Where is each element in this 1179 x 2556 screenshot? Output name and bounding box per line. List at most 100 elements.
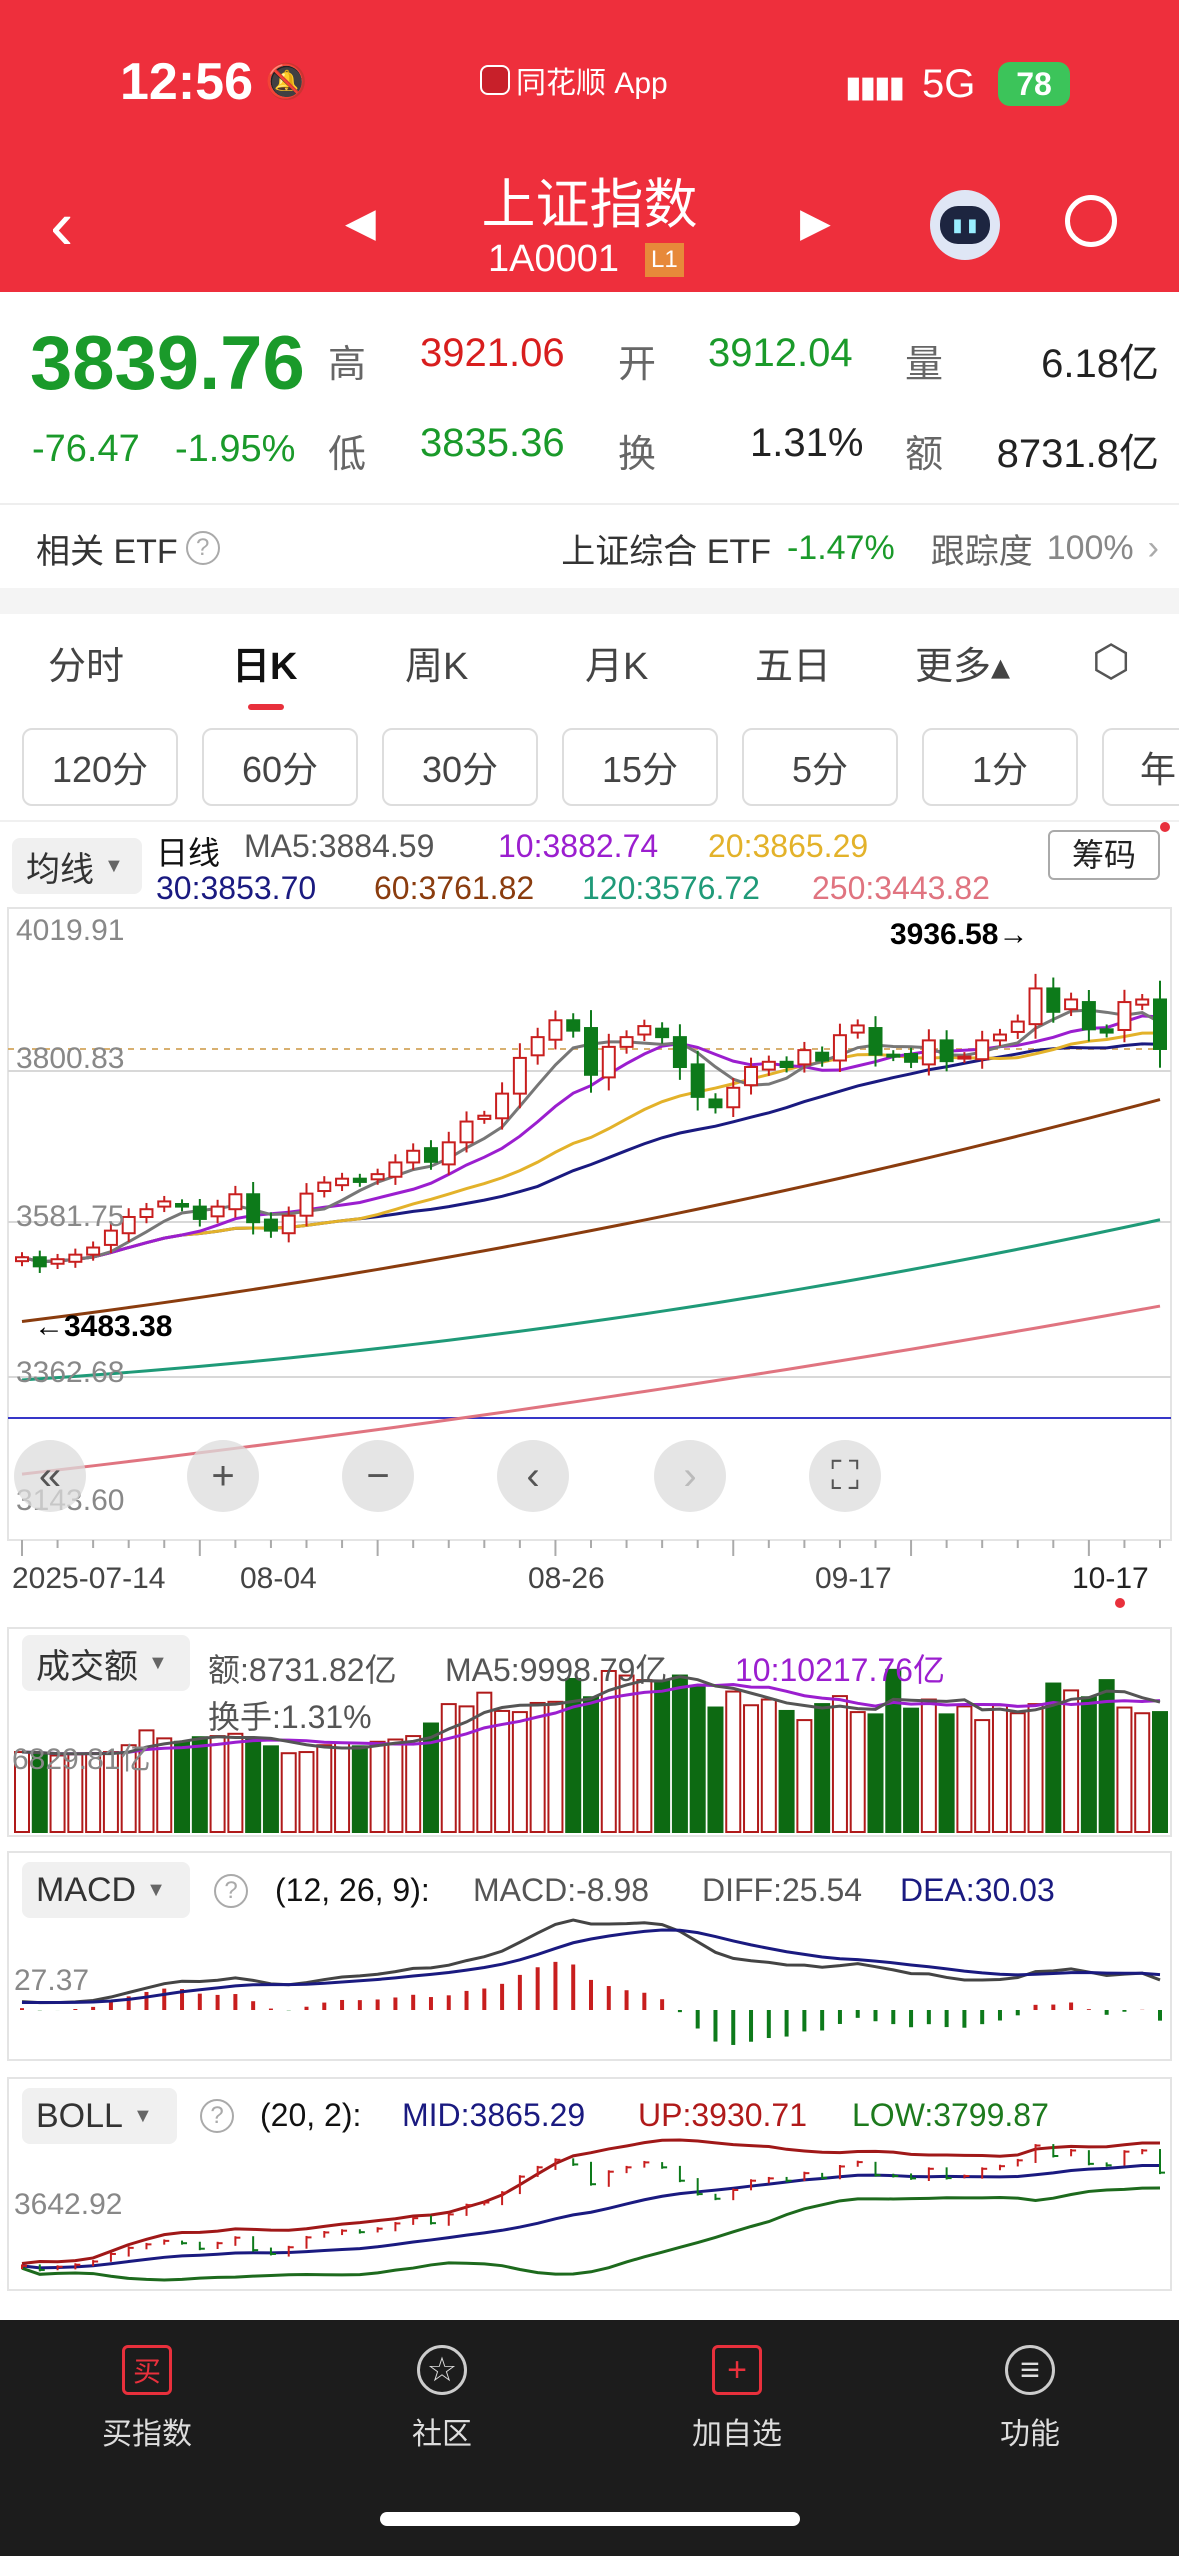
nav-buy-index[interactable]: 买买指数 (47, 2345, 247, 2453)
candle-up (459, 1120, 474, 1144)
menu-icon: ≡ (1005, 2345, 1055, 2395)
fullscreen-button[interactable]: ⛶ (809, 1440, 881, 1512)
volume-bar-up (743, 1704, 760, 1834)
candle-down (352, 1177, 367, 1183)
candle-down (904, 1053, 919, 1063)
volume-bar-down (1080, 1696, 1097, 1834)
candle-up (548, 1019, 563, 1041)
help-icon[interactable]: ? (200, 2099, 234, 2133)
selector-label: BOLL (36, 2096, 123, 2135)
scroll-left-fast-button[interactable]: « (14, 1440, 86, 1512)
y-axis-label: 3800.83 (16, 1042, 125, 1075)
turnover-rate: 换手:1.31% (208, 1699, 372, 1735)
volume-ma5: MA5:9998.79亿 (445, 1652, 668, 1688)
candle-down (566, 1019, 581, 1032)
candle-down (886, 1053, 901, 1058)
candle-down (584, 1027, 598, 1076)
candle-up (1028, 987, 1043, 1026)
candle-up (299, 1192, 314, 1217)
boll-up-line (21, 2138, 1161, 2266)
volume-bar-up (725, 1690, 742, 1834)
candle-down (423, 1147, 438, 1163)
kline-chart[interactable] (0, 0, 1179, 2320)
volume-bar-down (245, 1737, 262, 1833)
candle-down (32, 1256, 47, 1268)
volume-bar-down (583, 1696, 599, 1834)
volume-bar-down (778, 1709, 795, 1833)
candle-up (210, 1205, 225, 1218)
candle-up (761, 1060, 776, 1071)
candle-up (832, 1034, 847, 1062)
y-axis-label: 4019.91 (16, 914, 125, 947)
indicator-selector-boll[interactable]: BOLL ▼ (22, 2088, 177, 2144)
dea-value: DEA:30.03 (900, 1872, 1055, 1908)
volume-bar-up (280, 1752, 297, 1834)
volume-bar-down (814, 1703, 831, 1833)
macd-value: MACD:-8.98 (473, 1872, 650, 1908)
candle-up (477, 1114, 492, 1120)
volume-bar-down (903, 1707, 920, 1833)
candle-up (68, 1253, 83, 1263)
candle-down (815, 1051, 830, 1062)
help-icon[interactable]: ? (214, 1874, 248, 1908)
zoom-out-button[interactable]: − (342, 1440, 414, 1512)
volume-bar-up (1027, 1703, 1044, 1833)
volume-bar-down (938, 1713, 955, 1834)
candle-up (512, 1056, 527, 1095)
nav-community[interactable]: ☆ 社区 (342, 2345, 542, 2453)
volume-bar-down (707, 1706, 724, 1833)
boll-y-label: 3642.92 (14, 2188, 123, 2221)
scroll-right-button[interactable]: › (654, 1440, 726, 1512)
buy-icon: 买 (122, 2345, 172, 2395)
scroll-left-button[interactable]: ‹ (497, 1440, 569, 1512)
volume-bar-up (547, 1700, 564, 1834)
candle-down (263, 1218, 278, 1232)
volume-bar-up (1063, 1689, 1080, 1833)
candle-up (957, 1055, 972, 1060)
candle-up (992, 1033, 1007, 1042)
nav-functions[interactable]: ≡ 功能 (930, 2345, 1130, 2453)
volume-bar-down (671, 1674, 688, 1834)
candle-up (50, 1258, 65, 1265)
candle-up (619, 1036, 634, 1048)
candle-up (601, 1045, 616, 1079)
volume-bar-up (209, 1735, 226, 1834)
nav-add-watchlist[interactable]: + 加自选 (637, 2345, 837, 2453)
volume-bar-up (298, 1751, 315, 1834)
candle-up (335, 1177, 350, 1187)
volume-ma10: 10:10217.76亿 (735, 1652, 945, 1688)
volume-bar-up (974, 1719, 991, 1833)
candle-up (1117, 1001, 1132, 1031)
zoom-in-button[interactable]: + (187, 1440, 259, 1512)
candle-up (157, 1200, 172, 1208)
volume-bar-down (174, 1740, 191, 1833)
boll-low: LOW:3799.87 (852, 2097, 1049, 2133)
boll-low-line (21, 2186, 1161, 2282)
volume-bar-up (920, 1698, 937, 1833)
nav-label: 社区 (412, 2418, 472, 2451)
volume-bar-up (156, 1737, 173, 1833)
volume-bar-down (867, 1713, 884, 1834)
candle-down (939, 1039, 954, 1063)
indicator-selector-macd[interactable]: MACD ▼ (22, 1862, 190, 1918)
volume-bar-up (760, 1698, 777, 1833)
candle-down (246, 1193, 261, 1224)
candle-up (406, 1149, 421, 1164)
candle-up (441, 1141, 456, 1166)
candle-down (1081, 1001, 1096, 1031)
dropdown-arrow-icon: ▼ (146, 1878, 166, 1901)
volume-bar-up (440, 1703, 457, 1833)
candle-up (370, 1173, 385, 1181)
home-indicator (380, 2512, 800, 2526)
volume-bar-up (405, 1735, 422, 1834)
volume-bar-up (334, 1741, 351, 1833)
macd-params: (12, 26, 9): (275, 1872, 430, 1908)
selector-label: 成交额 (36, 1647, 138, 1686)
candle-up (1064, 998, 1079, 1011)
candle-down (708, 1098, 723, 1109)
volume-bar-up (991, 1704, 1008, 1834)
volume-bar-up (956, 1705, 973, 1834)
candle-up (388, 1161, 403, 1178)
dropdown-arrow-icon: ▼ (132, 2104, 153, 2127)
indicator-selector-volume[interactable]: 成交额 ▼ (22, 1635, 190, 1691)
